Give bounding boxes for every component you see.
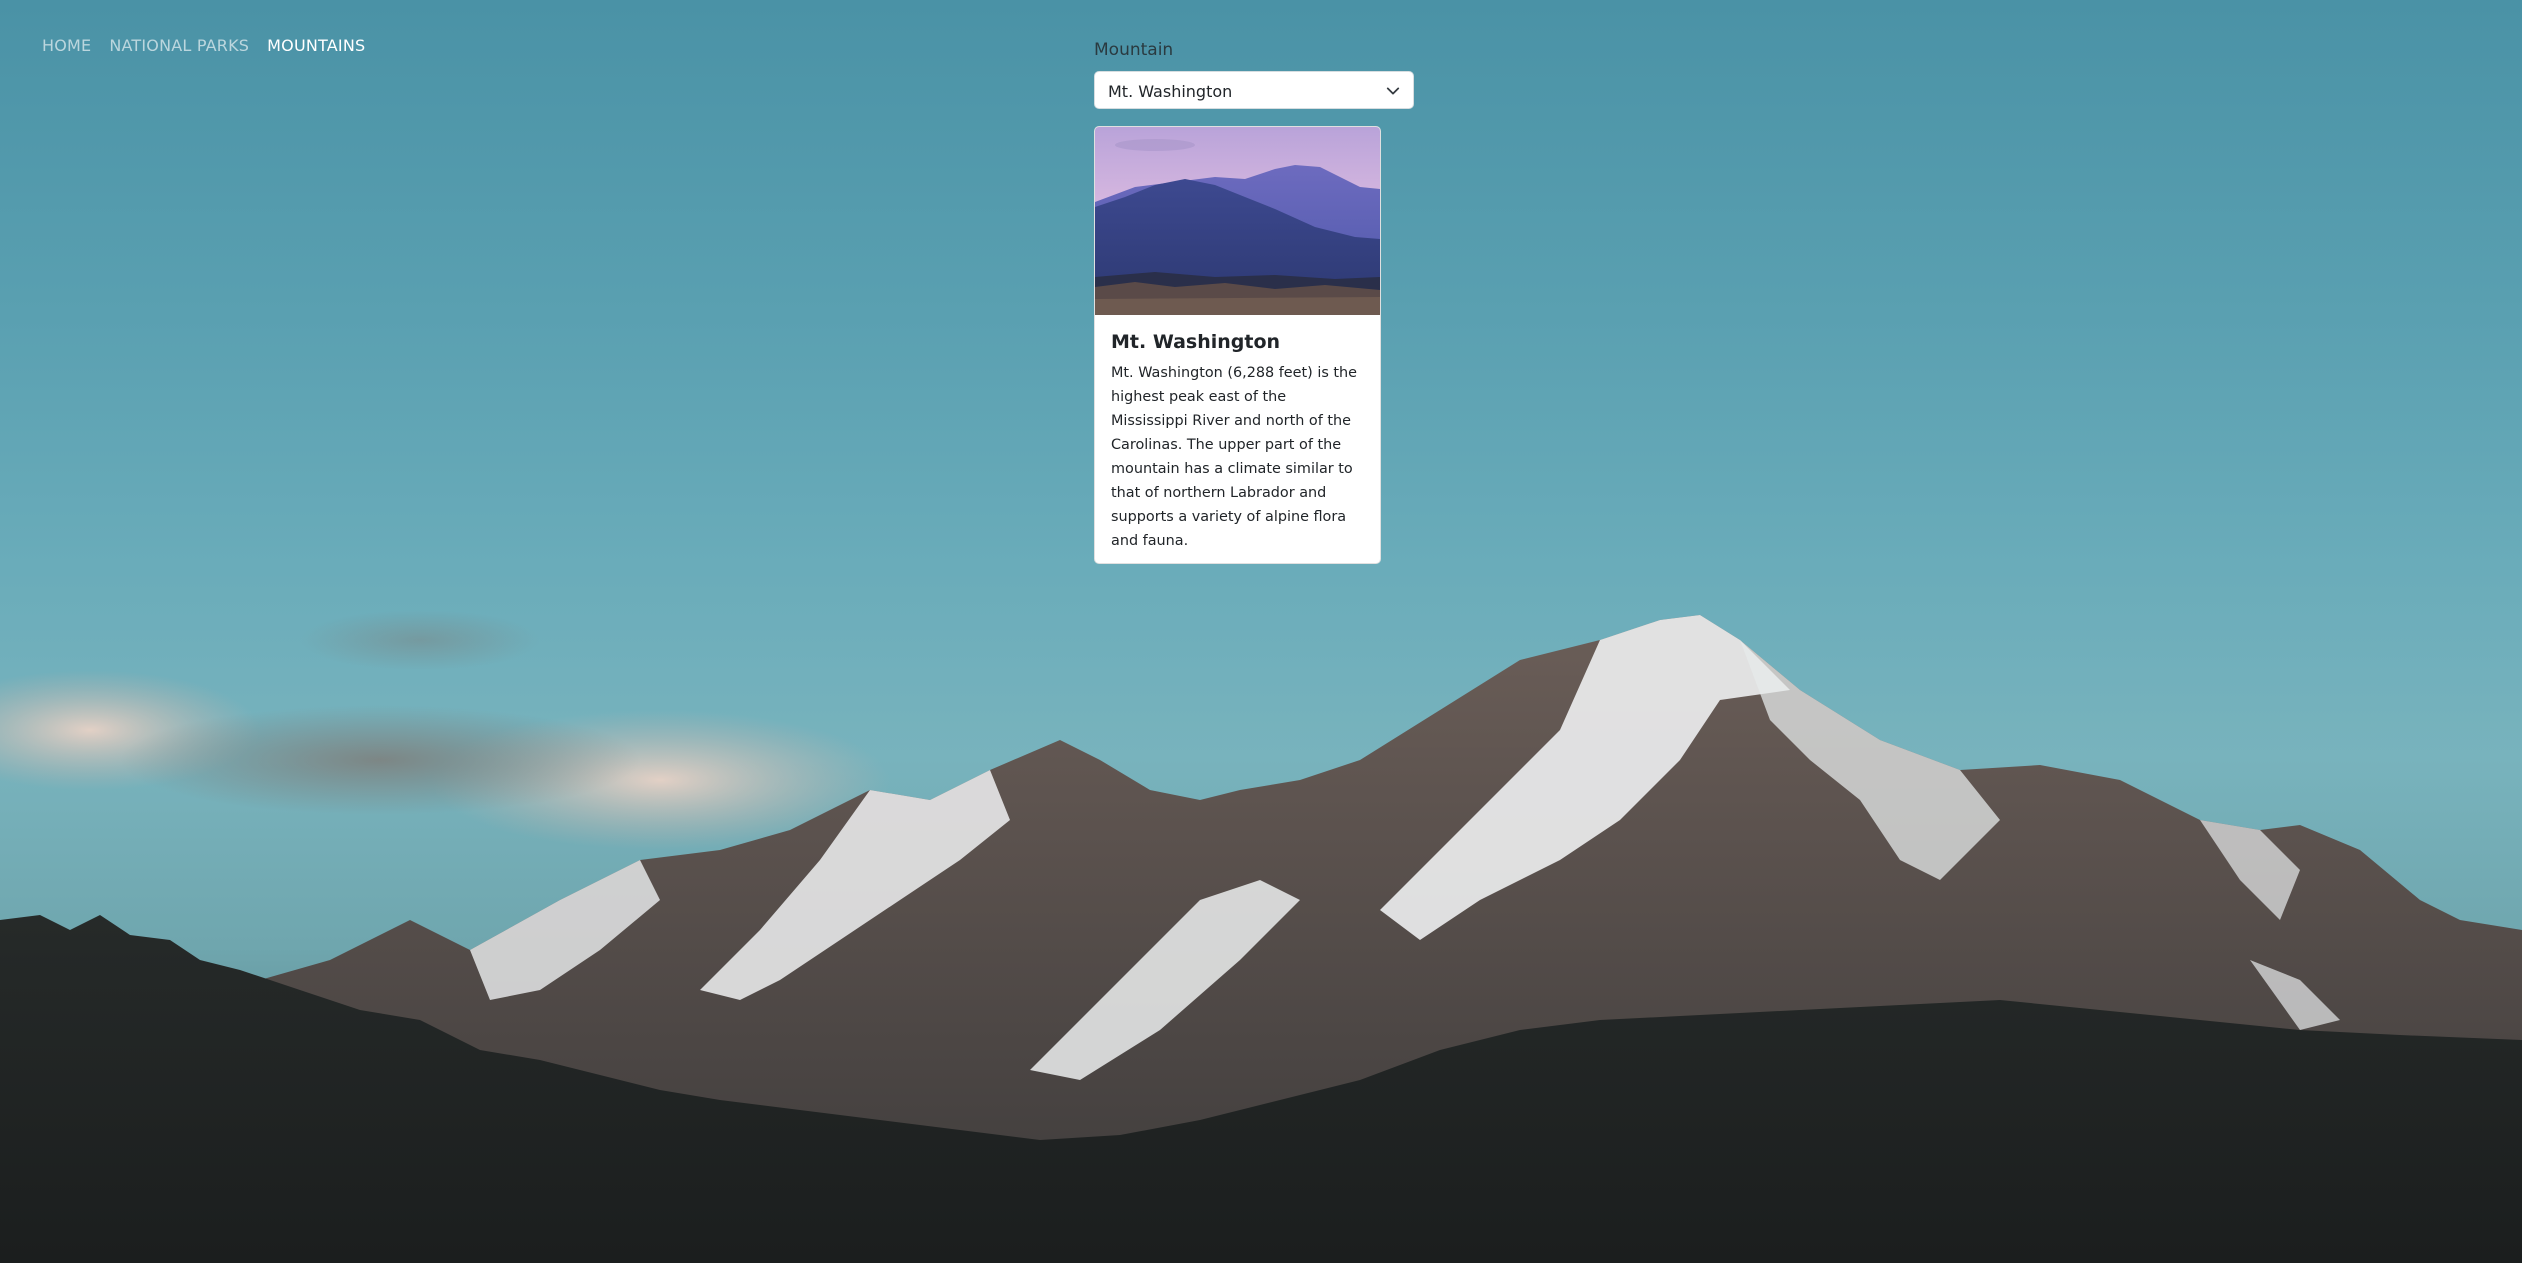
nav-link-mountains[interactable]: MOUNTAINS — [267, 36, 365, 55]
nav-link-home[interactable]: HOME — [42, 36, 91, 55]
top-nav: HOME NATIONAL PARKS MOUNTAINS — [42, 36, 383, 55]
page: HOME NATIONAL PARKS MOUNTAINS Mountain M… — [0, 0, 2522, 1263]
mountain-card-description: Mt. Washington (6,288 feet) is the highe… — [1111, 365, 1358, 549]
mountain-card: Mt. Washington Mt. Washington (6,288 fee… — [1094, 126, 1381, 564]
mountain-select[interactable]: Mt. Washington — [1094, 71, 1414, 109]
mountain-card-title: Mt. Washington — [1111, 331, 1281, 353]
mountain-select-label: Mountain — [1094, 40, 1174, 60]
chevron-down-icon — [1386, 87, 1400, 95]
mountain-card-body: Mt. Washington Mt. Washington (6,288 fee… — [1095, 315, 1380, 553]
nav-link-national-parks[interactable]: NATIONAL PARKS — [109, 36, 249, 55]
mountain-selector: Mountain Mt. Washington — [1094, 40, 1414, 109]
mountain-card-image — [1095, 127, 1380, 315]
mountain-select-value: Mt. Washington — [1108, 82, 1233, 101]
